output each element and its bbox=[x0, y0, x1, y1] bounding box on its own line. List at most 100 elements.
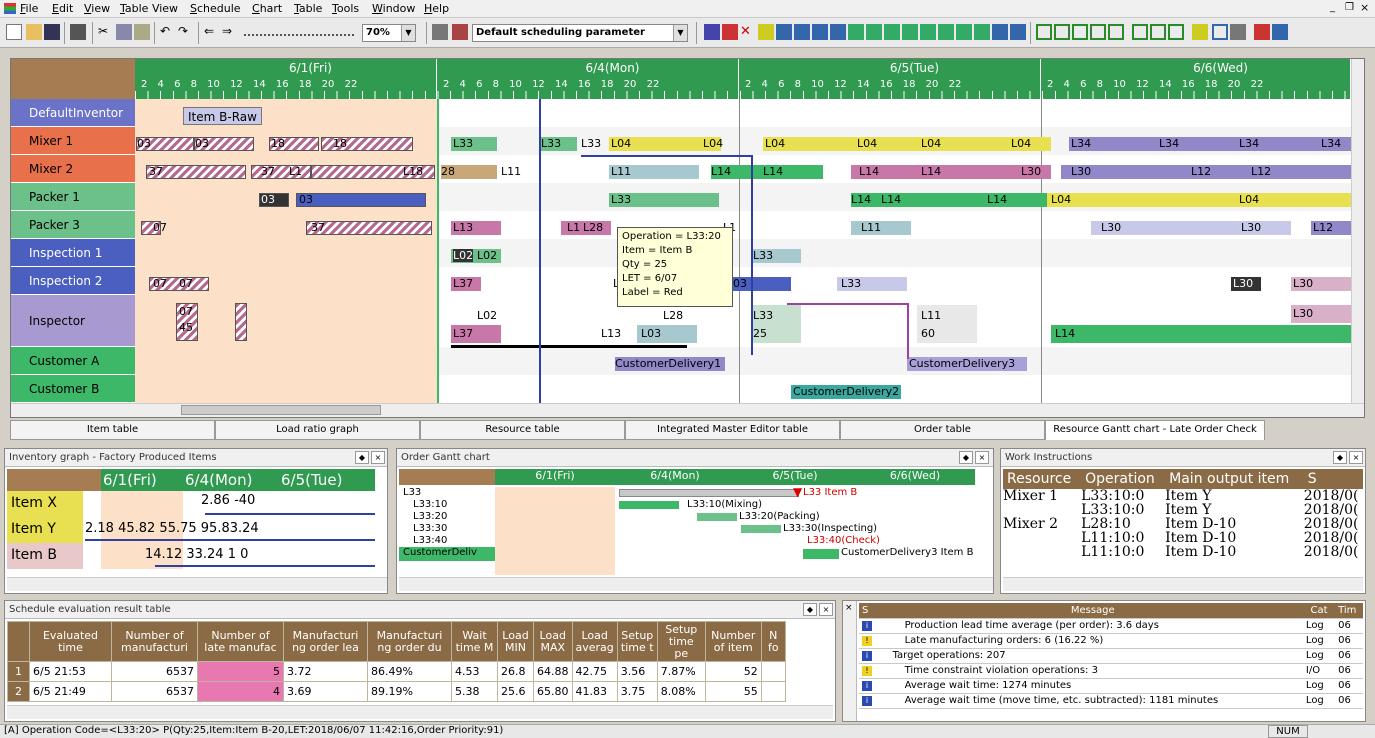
order-bar[interactable] bbox=[619, 501, 679, 509]
restore-icon[interactable]: ❐ bbox=[1345, 2, 1354, 13]
menu-schedule[interactable]: Schedule bbox=[190, 2, 241, 15]
table-row[interactable]: Mixer 1 L33:10:0 Item Y 2018/0( bbox=[1003, 489, 1363, 503]
table-row[interactable]: ! Time constraint violation operations: … bbox=[859, 663, 1363, 679]
layout-icon-4[interactable] bbox=[1090, 24, 1106, 40]
cut-icon[interactable]: ✂ bbox=[98, 24, 114, 40]
gantt-bar[interactable] bbox=[1069, 137, 1351, 151]
pin-icon[interactable]: ◆ bbox=[803, 603, 817, 616]
layout-icon-8[interactable] bbox=[1168, 24, 1184, 40]
param-select[interactable]: Default scheduling parameter ▼ bbox=[472, 24, 688, 42]
delete-icon[interactable]: ✕ bbox=[740, 24, 756, 40]
horizontal-scrollbar[interactable] bbox=[7, 705, 833, 719]
minimize-icon[interactable]: _ bbox=[1330, 2, 1335, 13]
undo-icon[interactable]: ↶ bbox=[160, 24, 176, 40]
tool-icon-5[interactable] bbox=[794, 24, 810, 40]
table-row[interactable]: i Target operations: 207 Log 06 bbox=[859, 648, 1363, 664]
pin-icon[interactable]: ◆ bbox=[1333, 451, 1347, 464]
tool-icon-3[interactable] bbox=[758, 24, 774, 40]
close-icon[interactable]: × bbox=[845, 603, 853, 613]
table-row[interactable]: i Production lead time average (per orde… bbox=[859, 618, 1363, 634]
gantt-bar[interactable] bbox=[235, 303, 247, 341]
menu-chart[interactable]: Chart bbox=[252, 2, 282, 15]
tool-icon-1[interactable] bbox=[704, 24, 720, 40]
layout-icon-2[interactable] bbox=[1054, 24, 1070, 40]
table-row[interactable]: L11:10:0 Item D-10 2018/0( bbox=[1003, 545, 1363, 559]
table-row[interactable]: L11:10:0 Item D-10 2018/0( bbox=[1003, 531, 1363, 545]
chart-icon[interactable] bbox=[1230, 24, 1246, 40]
tool-icon-14[interactable] bbox=[956, 24, 972, 40]
layout-icon-6[interactable] bbox=[1132, 24, 1148, 40]
layout-icon-5[interactable] bbox=[1108, 24, 1124, 40]
menu-table-view[interactable]: Table View bbox=[120, 2, 178, 15]
tool-icon-7[interactable] bbox=[830, 24, 846, 40]
horizontal-scrollbar[interactable] bbox=[399, 577, 993, 591]
tab-item-table[interactable]: Item table bbox=[10, 420, 215, 440]
tree-node-l33-20[interactable]: L33:20 bbox=[399, 511, 495, 523]
menu-edit[interactable]: Edit bbox=[52, 2, 73, 15]
tree-node-l33-30[interactable]: L33:30 bbox=[399, 523, 495, 535]
tool-icon-2[interactable] bbox=[722, 24, 738, 40]
close-icon[interactable]: × bbox=[371, 451, 385, 464]
open-icon[interactable] bbox=[26, 24, 42, 40]
menu-window[interactable]: Window bbox=[372, 2, 415, 15]
pin-icon[interactable]: ◆ bbox=[959, 451, 973, 464]
scrollbar-thumb[interactable] bbox=[181, 405, 381, 415]
tool-icon-6[interactable] bbox=[812, 24, 828, 40]
schedule-icon[interactable] bbox=[432, 24, 448, 40]
close-icon[interactable]: × bbox=[1349, 451, 1363, 464]
layout-icon-1[interactable] bbox=[1036, 24, 1052, 40]
close-icon[interactable]: × bbox=[1360, 1, 1369, 14]
gantt-bar[interactable] bbox=[296, 193, 426, 207]
horizontal-scrollbar[interactable] bbox=[1003, 577, 1363, 591]
forward-icon[interactable]: ⇒ bbox=[222, 24, 238, 40]
save-icon[interactable] bbox=[44, 24, 60, 40]
table-row[interactable]: ! Late manufacturing orders: 6 (16.22 %)… bbox=[859, 633, 1363, 649]
tool-icon-16[interactable] bbox=[992, 24, 1008, 40]
table-row[interactable]: i Average wait time (move time, etc. sub… bbox=[859, 693, 1363, 709]
flag-icon[interactable] bbox=[1254, 24, 1270, 40]
close-icon[interactable]: × bbox=[975, 451, 989, 464]
table-row[interactable]: i Average wait time: 1274 minutes Log 06 bbox=[859, 678, 1363, 694]
tool-icon-13[interactable] bbox=[938, 24, 954, 40]
window-icon[interactable] bbox=[1212, 24, 1228, 40]
pin-icon[interactable]: ◆ bbox=[355, 451, 369, 464]
print-icon[interactable] bbox=[70, 24, 86, 40]
tool-icon-11[interactable] bbox=[902, 24, 918, 40]
tool-icon-4[interactable] bbox=[776, 24, 792, 40]
tool-icon-17[interactable] bbox=[1010, 24, 1026, 40]
tree-node-l33-40[interactable]: L33:40 bbox=[399, 535, 495, 547]
tab-resource-gantt-late-order[interactable]: Resource Gantt chart - Late Order Check bbox=[1045, 420, 1265, 440]
order-bar[interactable] bbox=[803, 549, 839, 559]
tool-icon-9[interactable] bbox=[866, 24, 882, 40]
order-bar[interactable] bbox=[697, 513, 737, 521]
zoom-slider[interactable] bbox=[244, 28, 354, 36]
gantt-bar[interactable] bbox=[1047, 193, 1351, 207]
table-row[interactable]: 2 6/5 21:49 6537 4 3.69 89.19% 5.38 25.6… bbox=[7, 681, 786, 702]
layout-icon-3[interactable] bbox=[1072, 24, 1088, 40]
layout-icon-7[interactable] bbox=[1150, 24, 1166, 40]
order-bar[interactable] bbox=[619, 489, 799, 497]
table-row[interactable]: Mixer 2 L28:10 Item D-10 2018/0( bbox=[1003, 517, 1363, 531]
order-bar[interactable] bbox=[741, 525, 781, 533]
tool-icon-12[interactable] bbox=[920, 24, 936, 40]
param-icon[interactable] bbox=[452, 24, 468, 40]
tree-node-customer-delivery[interactable]: CustomerDeliv bbox=[399, 547, 495, 561]
menu-tools[interactable]: Tools bbox=[332, 2, 359, 15]
close-icon[interactable]: × bbox=[819, 603, 833, 616]
tree-node-l33-10[interactable]: L33:10 bbox=[399, 499, 495, 511]
tool-icon-15[interactable] bbox=[974, 24, 990, 40]
report-icon[interactable] bbox=[1272, 24, 1288, 40]
tree-node-l33[interactable]: L33 bbox=[399, 487, 495, 499]
paste-icon[interactable] bbox=[134, 24, 150, 40]
gantt-bar[interactable] bbox=[763, 137, 1051, 151]
table-row[interactable]: 1 6/5 21:53 6537 5 3.72 86.49% 4.53 26.8… bbox=[7, 661, 786, 682]
copy-icon[interactable] bbox=[116, 24, 132, 40]
back-icon[interactable]: ⇐ bbox=[204, 24, 220, 40]
item-braw-label[interactable]: Item B-Raw bbox=[183, 107, 262, 125]
redo-icon[interactable]: ↷ bbox=[178, 24, 194, 40]
zoom-select[interactable]: 70% ▼ bbox=[362, 24, 416, 42]
tab-load-ratio-graph[interactable]: Load ratio graph bbox=[215, 420, 420, 440]
tab-integrated-master-editor[interactable]: Integrated Master Editor table bbox=[625, 420, 840, 440]
table-row[interactable]: L33:10:0 Item Y 2018/0( bbox=[1003, 503, 1363, 517]
tab-resource-table[interactable]: Resource table bbox=[420, 420, 625, 440]
